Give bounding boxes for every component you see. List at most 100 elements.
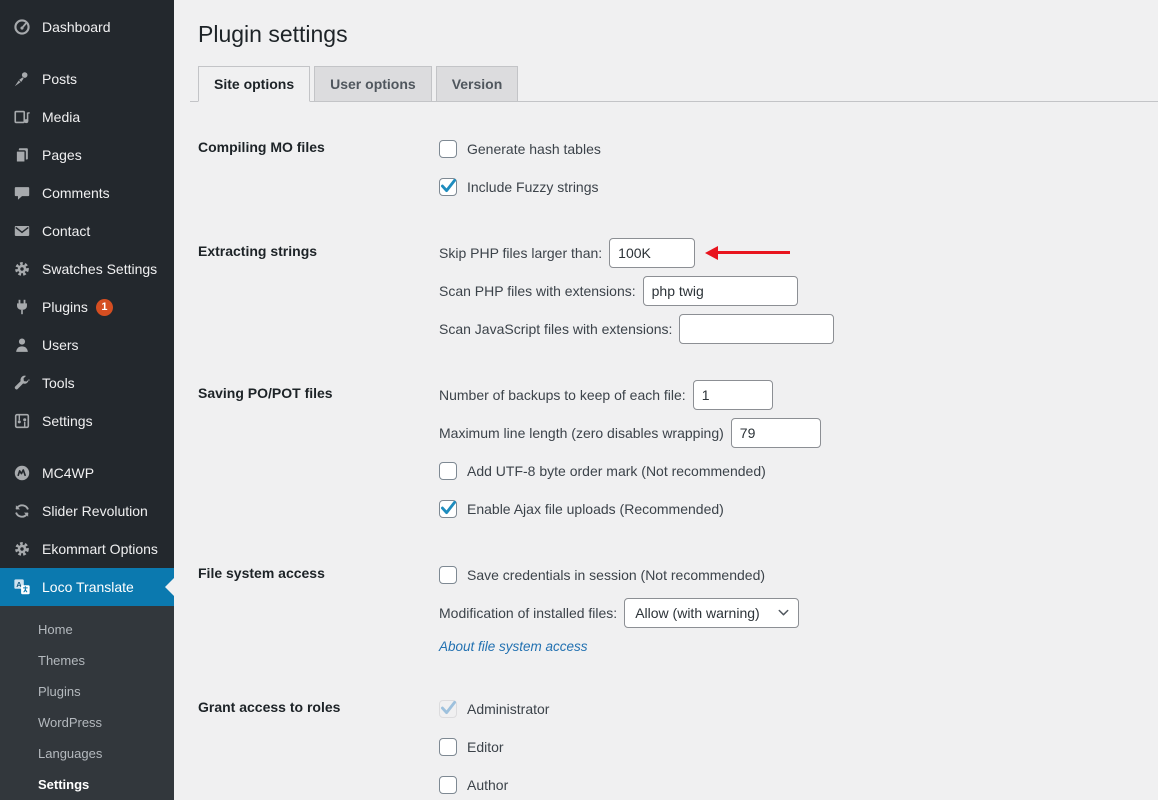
sidebar-subitem-languages[interactable]: Languages <box>0 738 174 769</box>
checkbox-row-enable-ajax-file-uploads-recommended: Enable Ajax file uploads (Recommended) <box>439 494 1158 524</box>
text-row-number-of-backups-to-keep-of-each-file: Number of backups to keep of each file: <box>439 380 1158 410</box>
sidebar-item-swatches-settings[interactable]: Swatches Settings <box>0 250 174 288</box>
sidebar-item-settings[interactable]: Settings <box>0 402 174 440</box>
sidebar-item-ekommart-options[interactable]: Ekommart Options <box>0 530 174 568</box>
checkbox-row-editor: Editor <box>439 732 1158 762</box>
sidebar-item-label: Contact <box>42 223 90 239</box>
media-icon <box>12 107 32 127</box>
settings-section-saving-po-pot-files: Saving PO/POT filesNumber of backups to … <box>198 380 1158 532</box>
checkbox-row-generate-hash-tables: Generate hash tables <box>439 134 1158 164</box>
gear-icon <box>12 259 32 279</box>
number-of-backups-to-keep-of-each-file-input[interactable] <box>693 380 773 410</box>
save-credentials-in-session-not-recommended-checkbox[interactable] <box>439 566 457 584</box>
sidebar-item-slider-revolution[interactable]: Slider Revolution <box>0 492 174 530</box>
modification-of-installed-files-select[interactable]: Allow (with warning) <box>624 598 799 628</box>
author-checkbox[interactable] <box>439 776 457 794</box>
sidebar-item-label: MC4WP <box>42 465 94 481</box>
checkbox-row-author: Author <box>439 770 1158 800</box>
select-value: Allow (with warning) <box>635 605 759 621</box>
sidebar-item-pages[interactable]: Pages <box>0 136 174 174</box>
field-label: Skip PHP files larger than: <box>439 245 602 261</box>
tab-version[interactable]: Version <box>436 66 519 101</box>
refresh-icon <box>12 501 32 521</box>
settings-section-file-system-access: File system accessSave credentials in se… <box>198 560 1158 666</box>
scan-php-files-with-extensions-input[interactable] <box>643 276 798 306</box>
sidebar-item-mc4wp[interactable]: MC4WP <box>0 454 174 492</box>
section-controls: Generate hash tables Include Fuzzy string… <box>439 134 1158 210</box>
field-label: Number of backups to keep of each file: <box>439 387 686 403</box>
chevron-down-icon <box>769 606 790 619</box>
administrator-checkbox <box>439 700 457 718</box>
field-label: Maximum line length (zero disables wrapp… <box>439 425 724 441</box>
maximum-line-length-zero-disables-wrapping-input[interactable] <box>731 418 821 448</box>
tab-user-options[interactable]: User options <box>314 66 432 101</box>
comment-icon <box>12 183 32 203</box>
checkbox-row-include-fuzzy-strings: Include Fuzzy strings <box>439 172 1158 202</box>
wordpress-admin: Dashboard Posts Media Pages Comments Contact S… <box>0 0 1158 800</box>
sidebar-item-contact[interactable]: Contact <box>0 212 174 250</box>
section-controls: Number of backups to keep of each file: M… <box>439 380 1158 532</box>
sidebar-item-label: Plugins <box>42 299 88 315</box>
enable-ajax-file-uploads-recommended-checkbox[interactable] <box>439 500 457 518</box>
section-label: Compiling MO files <box>198 134 439 210</box>
plugin-icon <box>12 297 32 317</box>
wrench-icon <box>12 373 32 393</box>
field-label: Scan JavaScript files with extensions: <box>439 321 672 337</box>
about-file-system-access-link[interactable]: About file system access <box>439 639 588 654</box>
sidebar-item-label: Users <box>42 337 79 353</box>
generate-hash-tables-checkbox[interactable] <box>439 140 457 158</box>
checkbox-label: Include Fuzzy strings <box>467 179 599 195</box>
sidebar-item-label: Media <box>42 109 80 125</box>
pushpin-icon <box>12 69 32 89</box>
sidebar-item-users[interactable]: Users <box>0 326 174 364</box>
gear-icon <box>12 539 32 559</box>
sidebar-subitem-wordpress[interactable]: WordPress <box>0 707 174 738</box>
select-row-modification-of-installed-files: Modification of installed files:Allow (w… <box>439 598 1158 628</box>
field-label: Scan PHP files with extensions: <box>439 283 636 299</box>
checkbox-row-administrator: Administrator <box>439 694 1158 724</box>
sidebar-item-comments[interactable]: Comments <box>0 174 174 212</box>
settings-form: Compiling MO files Generate hash tables In… <box>198 134 1158 800</box>
sidebar-item-posts[interactable]: Posts <box>0 60 174 98</box>
current-item-arrow <box>165 578 174 596</box>
update-count-badge: 1 <box>96 299 113 316</box>
sidebar-item-loco-translate[interactable]: ALoco Translate <box>0 568 174 606</box>
add-utf-8-byte-order-mark-not-recommended-checkbox[interactable] <box>439 462 457 480</box>
checkbox-label: Author <box>467 777 508 793</box>
checkbox-label: Editor <box>467 739 504 755</box>
editor-checkbox[interactable] <box>439 738 457 756</box>
section-label: File system access <box>198 560 439 666</box>
pages-icon <box>12 145 32 165</box>
sidebar-item-tools[interactable]: Tools <box>0 364 174 402</box>
settings-section-compiling-mo-files: Compiling MO files Generate hash tables In… <box>198 134 1158 210</box>
content-area: Plugin settings Site optionsUser options… <box>174 0 1158 800</box>
skip-php-files-larger-than-input[interactable] <box>609 238 695 268</box>
user-icon <box>12 335 32 355</box>
checkbox-label: Enable Ajax file uploads (Recommended) <box>467 501 724 517</box>
sidebar-item-label: Pages <box>42 147 82 163</box>
checkbox-row-save-credentials-in-session-not-recommended: Save credentials in session (Not recomme… <box>439 560 1158 590</box>
sidebar-item-label: Loco Translate <box>42 579 134 595</box>
sidebar-subitem-home[interactable]: Home <box>0 614 174 645</box>
sidebar-subitem-settings[interactable]: Settings <box>0 769 174 800</box>
tab-site-options[interactable]: Site options <box>198 66 310 102</box>
tab-bar: Site optionsUser optionsVersion <box>190 66 1158 102</box>
checkbox-label: Generate hash tables <box>467 141 601 157</box>
sidebar-item-label: Settings <box>42 413 93 429</box>
sidebar-subitem-plugins[interactable]: Plugins <box>0 676 174 707</box>
scan-javascript-files-with-extensions-input[interactable] <box>679 314 834 344</box>
sidebar-subitem-themes[interactable]: Themes <box>0 645 174 676</box>
menu-separator <box>0 440 174 454</box>
sidebar-item-plugins[interactable]: Plugins 1 <box>0 288 174 326</box>
sidebar-item-media[interactable]: Media <box>0 98 174 136</box>
sidebar-item-dashboard[interactable]: Dashboard <box>0 8 174 46</box>
include-fuzzy-strings-checkbox[interactable] <box>439 178 457 196</box>
envelope-icon <box>12 221 32 241</box>
sidebar-item-label: Swatches Settings <box>42 261 157 277</box>
sidebar-item-label: Comments <box>42 185 110 201</box>
checkbox-row-add-utf-8-byte-order-mark-not-recommended: Add UTF-8 byte order mark (Not recommend… <box>439 456 1158 486</box>
settings-section-grant-access-to-roles: Grant access to rolesAdministratorEditor… <box>198 694 1158 800</box>
text-row-maximum-line-length-zero-disables-wrapping: Maximum line length (zero disables wrapp… <box>439 418 1158 448</box>
section-controls: Save credentials in session (Not recomme… <box>439 560 1158 666</box>
sidebar-item-label: Dashboard <box>42 19 111 35</box>
